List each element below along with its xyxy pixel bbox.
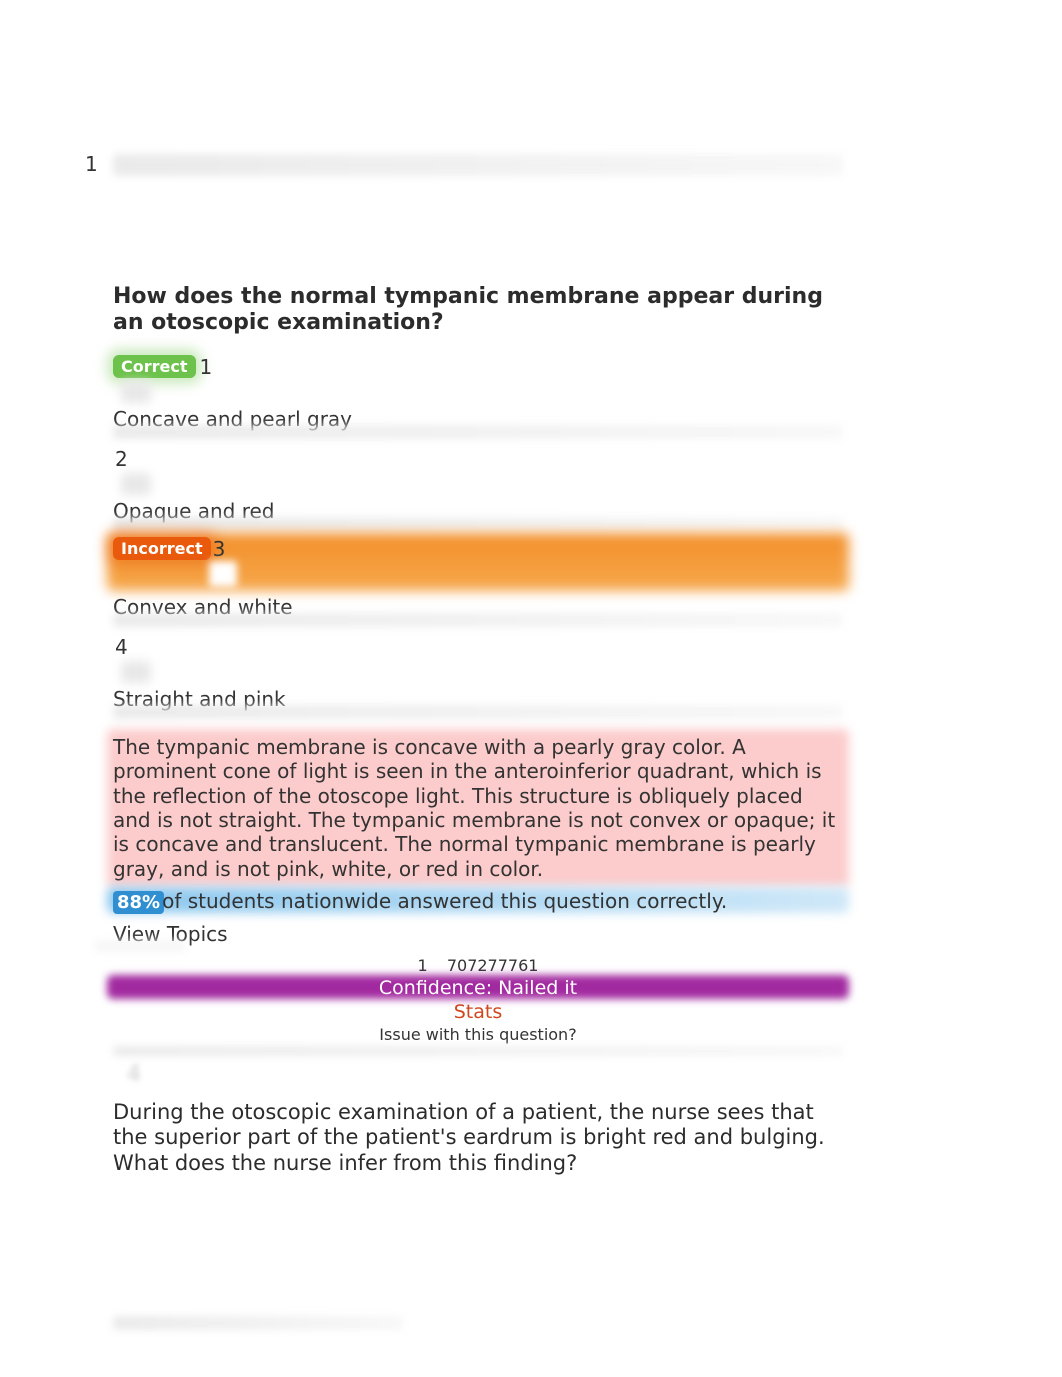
option-index: 3: [213, 537, 226, 561]
meta-row: 1 707277761: [113, 956, 843, 975]
issue-link[interactable]: Issue with this question?: [113, 1025, 843, 1044]
redacted-bar: [113, 613, 843, 627]
question-card: How does the normal tympanic membrane ap…: [113, 154, 843, 1330]
redacted-bar: [113, 425, 843, 439]
option-index: 1: [200, 355, 213, 379]
question-number: 1: [85, 152, 98, 176]
redacted-bar: [209, 561, 237, 587]
option-4[interactable]: 4 Straight and pink: [113, 635, 843, 725]
redacted-bar: [113, 1316, 403, 1330]
view-topics-link[interactable]: View Topics: [113, 922, 843, 946]
option-1[interactable]: Correct 1 Concave and pearl gray: [113, 355, 843, 445]
correct-badge: Correct: [113, 355, 196, 378]
redacted-bar: [113, 517, 843, 531]
redacted-bar: [113, 1046, 843, 1056]
meta-idx: 1: [418, 956, 428, 975]
redacted-bar: [113, 154, 843, 176]
redacted-bar: [121, 473, 151, 495]
redacted-bar: [113, 705, 843, 719]
option-index: 2: [115, 447, 843, 471]
option-3[interactable]: Incorrect 3 Convex and white: [113, 537, 843, 633]
stats-link[interactable]: Stats: [113, 1001, 843, 1023]
question-text: How does the normal tympanic membrane ap…: [113, 284, 843, 337]
stats-text: of students nationwide answered this que…: [162, 889, 727, 913]
redacted-bar: [95, 940, 185, 952]
option-2[interactable]: 2 Opaque and red: [113, 447, 843, 537]
option-index: 4: [115, 635, 843, 659]
rationale-text: The tympanic membrane is concave with a …: [113, 733, 843, 883]
confidence-row: Confidence: Nailed it: [113, 977, 843, 999]
redacted-bar: [121, 661, 151, 683]
redacted-bar: [121, 381, 151, 403]
percent-badge: 88%: [113, 891, 164, 914]
stats-row: 88%of students nationwide answered this …: [113, 889, 843, 914]
confidence-label: Confidence: Nailed it: [379, 977, 577, 999]
meta-code: 707277761: [447, 956, 539, 975]
rationale-block: The tympanic membrane is concave with a …: [113, 733, 843, 883]
incorrect-badge: Incorrect: [113, 537, 211, 560]
redacted-number: 4: [127, 1062, 141, 1087]
next-question-text: During the otoscopic examination of a pa…: [113, 1100, 843, 1176]
